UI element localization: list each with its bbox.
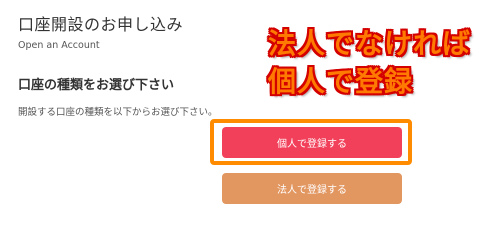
register-corporate-button[interactable]: 法人で登録する [222,173,402,204]
annotation-line-1: 法人でなければ [268,27,472,60]
annotation-line-2: 個人で登録 [268,65,414,98]
account-opening-page: 口座開設のお申し込み Open an Account 口座の種類をお選び下さい … [0,0,480,220]
register-individual-button[interactable]: 個人で登録する [222,127,402,158]
page-title: 口座開設のお申し込み [18,15,184,34]
section-heading: 口座の種類をお選び下さい [18,78,175,93]
page-subtitle: Open an Account [18,40,100,51]
section-description: 開設する口座の種類を以下からお選び下さい。 [18,107,218,118]
